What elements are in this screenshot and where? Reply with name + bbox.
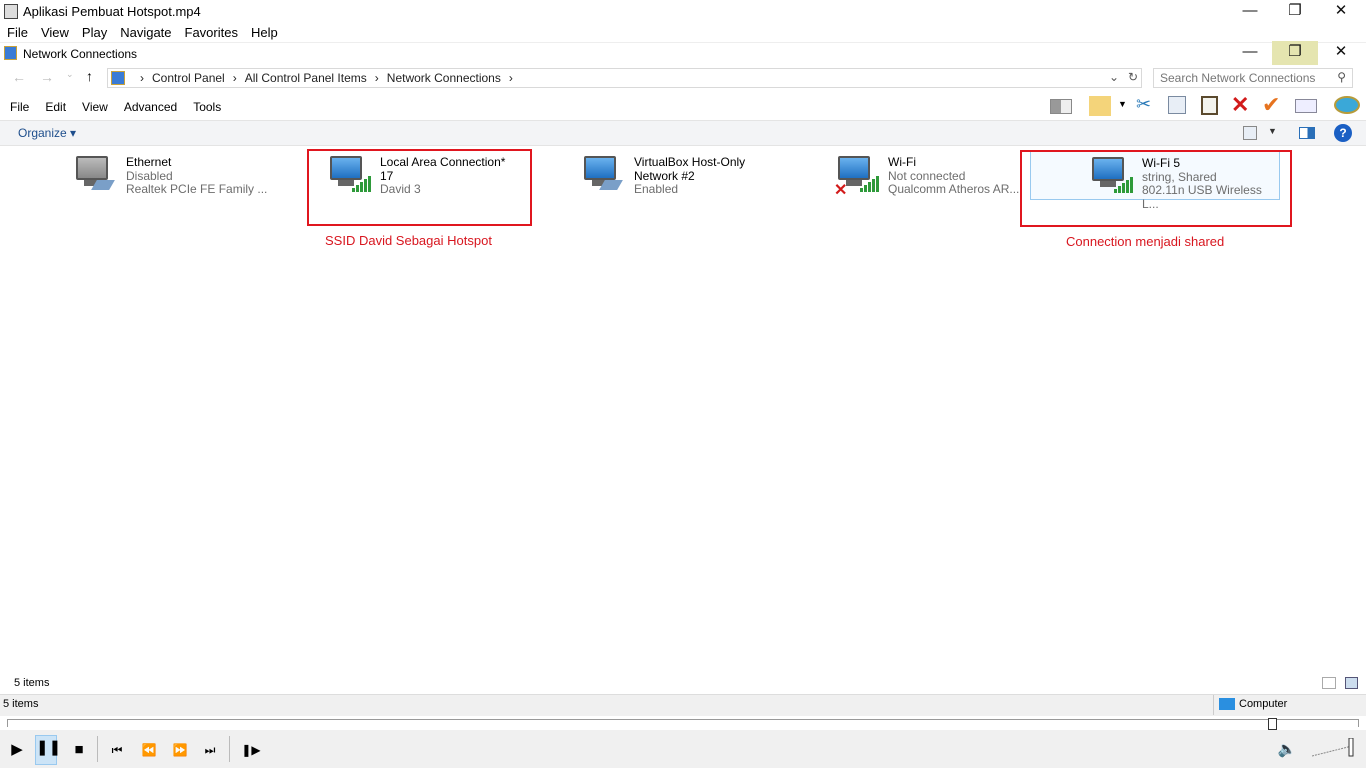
breadcrumb-network-connections[interactable]: Network Connections [387,71,501,85]
details-view-icon[interactable] [1322,677,1336,689]
connection-name-cont: Network #2 [634,168,695,183]
menu-view[interactable]: View [34,24,75,42]
up-arrow-icon[interactable]: ↑ [86,68,93,84]
menu-navigate[interactable]: Navigate [113,24,177,42]
connection-name: VirtualBox Host-Only [634,155,746,169]
checkmark-icon[interactable]: ✔ [1262,92,1280,118]
back-arrow-icon[interactable]: ← [12,69,26,85]
stop-button[interactable]: ■ [68,738,90,762]
item-count: 5 items [14,677,50,689]
wireless-adapter-icon: ✕ [834,154,879,199]
cut-icon[interactable]: ✂ [1136,94,1151,115]
menu-view[interactable]: View [72,96,114,114]
annotation-shared: Connection menjadi shared [1066,234,1225,249]
connection-ethernet[interactable]: Ethernet Disabled Realtek PCIe FE Family .… [74,150,314,210]
recent-chevron-icon[interactable]: ⌄ [66,69,74,80]
pause-button[interactable]: ❚❚ [35,735,61,765]
minimize-button[interactable]: — [1227,0,1273,24]
menu-help[interactable]: Help [244,24,284,42]
connection-device: Realtek PCIe FE Family ... [126,182,268,196]
next-button[interactable]: ⏭ [199,738,221,762]
disconnected-x-icon: ✕ [834,182,848,199]
ethernet-adapter-icon [582,154,623,194]
menu-advanced[interactable]: Advanced [114,96,183,114]
explorer-statusbar: 5 items [0,676,1366,694]
seek-bar[interactable] [7,718,1359,730]
refresh-icon[interactable]: ↻ [1128,70,1138,84]
organize-button[interactable]: Organize ▾ [18,126,76,140]
player-title: Aplikasi Pembuat Hotspot.mp4 [23,4,201,19]
connection-device: Qualcomm Atheros AR... [888,182,1020,196]
menu-file[interactable]: File [0,96,35,114]
delete-icon[interactable]: ✕ [1231,92,1249,118]
play-button[interactable]: ▶ [6,738,28,762]
command-bar: Organize ▾ ▼ ? [0,120,1366,146]
status-left: 5 items [3,698,39,710]
dropdown-chevron-icon[interactable]: ⌄ [1109,70,1119,84]
search-icon: ⚲ [1337,70,1346,84]
help-icon[interactable]: ? [1334,124,1352,142]
connection-status: Disabled [126,168,173,183]
playback-controls: ▶ ❚❚ ■ ⏮ ⏪ ⏩ ⏭ ❚▶ 🔈 [0,730,1366,768]
annotation-box-hotspot [307,149,532,226]
ethernet-adapter-icon [74,154,115,194]
explorer-restore-button[interactable]: ❐ [1272,41,1318,65]
large-icons-view-icon[interactable] [1345,677,1358,689]
folder-options-icon[interactable] [1089,96,1111,116]
address-bar[interactable]: › Control Panel › All Control Panel Items … [107,68,1142,88]
volume-icon[interactable]: 🔈 [1276,738,1298,762]
explorer-close-button[interactable]: ✕ [1318,41,1364,65]
menu-play[interactable]: Play [75,24,113,42]
view-options-icon[interactable] [1243,126,1257,140]
breadcrumb-all-items[interactable]: All Control Panel Items [245,71,367,85]
copy-icon[interactable] [1168,96,1186,114]
explorer-titlebar: Network Connections — ❐ ✕ [0,41,1366,65]
restore-button[interactable]: ❐ [1272,0,1318,24]
player-menubar: File View Play Navigate Favorites Help [0,24,284,42]
breadcrumb-control-panel[interactable]: Control Panel [152,71,225,85]
properties-icon[interactable] [1295,99,1317,113]
connection-status: Enabled [634,182,679,196]
menu-edit[interactable]: Edit [35,96,72,114]
connection-name: Ethernet [126,155,172,169]
seek-thumb[interactable] [1267,718,1277,730]
forward-arrow-icon[interactable]: → [40,69,54,85]
media-player-icon [4,4,18,19]
explorer-minimize-button[interactable]: — [1227,41,1273,65]
layout-pane-icon[interactable] [1050,99,1072,114]
explorer-menubar: File Edit View Advanced Tools [0,96,227,114]
volume-slider[interactable] [1311,737,1358,757]
preview-pane-icon[interactable] [1299,127,1315,139]
network-folder-icon [4,46,17,60]
control-panel-icon [111,71,125,85]
menu-tools[interactable]: Tools [183,96,227,114]
annotation-box-shared [1020,150,1292,227]
dropdown-arrow-icon[interactable]: ▼ [1118,99,1127,109]
status-right: Computer [1239,698,1288,710]
paste-icon[interactable] [1201,96,1218,115]
network-globe-icon[interactable] [1334,96,1360,114]
connection-name: Wi-Fi [888,155,916,169]
connection-status: Not connected [888,168,966,183]
computer-icon [1219,698,1235,710]
search-input[interactable]: Search Network Connections ⚲ [1153,68,1353,88]
close-button[interactable]: ✕ [1318,0,1364,24]
annotation-hotspot: SSID David Sebagai Hotspot [325,233,492,248]
view-dropdown-icon[interactable]: ▼ [1268,126,1277,136]
rewind-button[interactable]: ⏪ [138,738,160,762]
menu-file[interactable]: File [0,24,34,42]
frame-step-button[interactable]: ❚▶ [240,738,262,762]
connection-virtualbox[interactable]: VirtualBox Host-Only Network #2 Enabled [582,150,822,210]
player-statusbar: 5 items Computer [0,694,1366,716]
fast-forward-button[interactable]: ⏩ [169,738,191,762]
player-titlebar: Aplikasi Pembuat Hotspot.mp4 — ❐ ✕ [0,0,1366,24]
search-placeholder: Search Network Connections [1160,71,1316,85]
previous-button[interactable]: ⏮ [106,738,128,762]
menu-favorites[interactable]: Favorites [178,24,244,42]
explorer-title: Network Connections [23,47,138,61]
